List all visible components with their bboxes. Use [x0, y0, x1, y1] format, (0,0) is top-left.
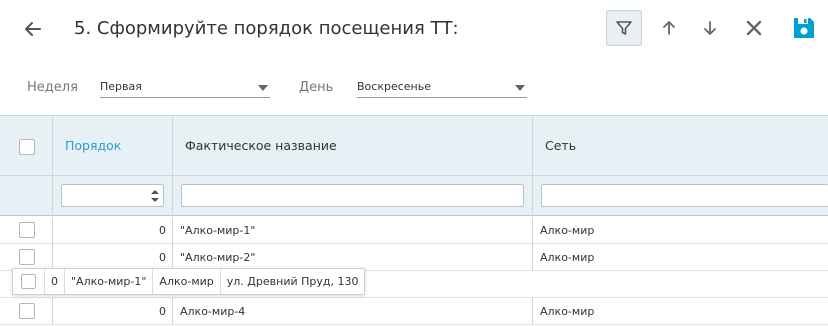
column-header-network[interactable]: Сеть [545, 138, 576, 153]
dragged-cell-name: "Алко-мир-1" [65, 269, 154, 294]
filter-button[interactable] [606, 10, 642, 46]
dragged-row-checkbox-cell[interactable] [13, 269, 45, 294]
row-checkbox[interactable] [21, 274, 36, 289]
grid-header-row: Порядок Фактическое название Сеть [0, 116, 828, 176]
column-divider [172, 217, 173, 244]
cell-name: Алко-мир-4 [180, 305, 246, 318]
column-header-name[interactable]: Фактическое название [185, 138, 337, 153]
column-divider [532, 116, 533, 216]
order-filter-input[interactable] [61, 184, 164, 207]
dragged-cell-address: ул. Древний Пруд, 130 [226, 275, 359, 288]
page-title: 5. Сформируйте порядок посещения ТТ: [74, 18, 459, 39]
column-divider [52, 298, 53, 325]
chevron-down-icon [258, 85, 268, 91]
cell-name: "Алко-мир-1" [180, 224, 256, 237]
cell-order: 0 [159, 251, 166, 264]
column-header-order[interactable]: Порядок [65, 138, 121, 153]
column-divider [52, 116, 53, 216]
column-divider [172, 116, 173, 216]
column-divider [172, 298, 173, 325]
column-divider [532, 244, 533, 271]
day-label: День [299, 80, 334, 95]
toolbar-header: 5. Сформируйте порядок посещения ТТ: [0, 0, 828, 60]
row-checkbox[interactable] [19, 249, 35, 265]
column-divider [172, 244, 173, 271]
spinner-arrows-icon[interactable] [150, 188, 160, 204]
grid-filter-row [0, 176, 828, 216]
back-button[interactable] [20, 16, 46, 42]
column-divider [532, 217, 533, 244]
row-checkbox[interactable] [19, 303, 35, 319]
points-grid: Порядок Фактическое название Сеть 0 "Алк… [0, 115, 828, 326]
cell-order: 0 [159, 305, 166, 318]
select-all-checkbox[interactable] [19, 139, 35, 155]
day-select-value: Воскресенье [357, 80, 431, 93]
name-filter-input[interactable] [181, 184, 524, 207]
cell-network: Алко-мир [540, 224, 595, 237]
cell-network: Алко-мир [540, 251, 595, 264]
dragged-cell-order: 0 [45, 269, 65, 294]
cell-name: "Алко-мир-2" [180, 251, 256, 264]
week-select-value: Первая [100, 80, 142, 93]
chevron-down-icon [515, 85, 525, 91]
table-row[interactable]: 0 Алко-мир-4 Алко-мир [0, 298, 828, 325]
move-down-button[interactable] [692, 10, 728, 46]
arrow-left-icon [25, 22, 41, 36]
network-filter-input[interactable] [541, 184, 828, 207]
column-divider [52, 244, 53, 271]
filter-bar: Неделя Первая День Воскресенье [0, 60, 828, 115]
cell-network: Алко-мир [540, 305, 595, 318]
table-row[interactable]: 0 "Алко-мир-2" Алко-мир [0, 244, 828, 271]
arrow-up-icon [663, 21, 675, 35]
column-divider [532, 298, 533, 325]
week-label: Неделя [27, 80, 78, 95]
save-button[interactable] [786, 10, 822, 46]
week-select[interactable]: Первая [100, 76, 270, 98]
filter-icon [616, 21, 632, 35]
table-row[interactable]: 0 "Алко-мир-1" Алко-мир [0, 217, 828, 244]
arrow-down-icon [704, 21, 716, 35]
dragged-cell-network: Алко-мир [153, 269, 221, 294]
move-up-button[interactable] [651, 10, 687, 46]
cell-order: 0 [159, 224, 166, 237]
dragged-row[interactable]: 0 "Алко-мир-1" Алко-мир ул. Древний Пруд… [12, 268, 366, 295]
close-icon [746, 20, 762, 36]
floppy-disk-icon [794, 18, 814, 38]
day-select[interactable]: Воскресенье [357, 76, 527, 98]
row-checkbox[interactable] [19, 222, 35, 238]
close-button[interactable] [736, 10, 772, 46]
column-divider [52, 217, 53, 244]
